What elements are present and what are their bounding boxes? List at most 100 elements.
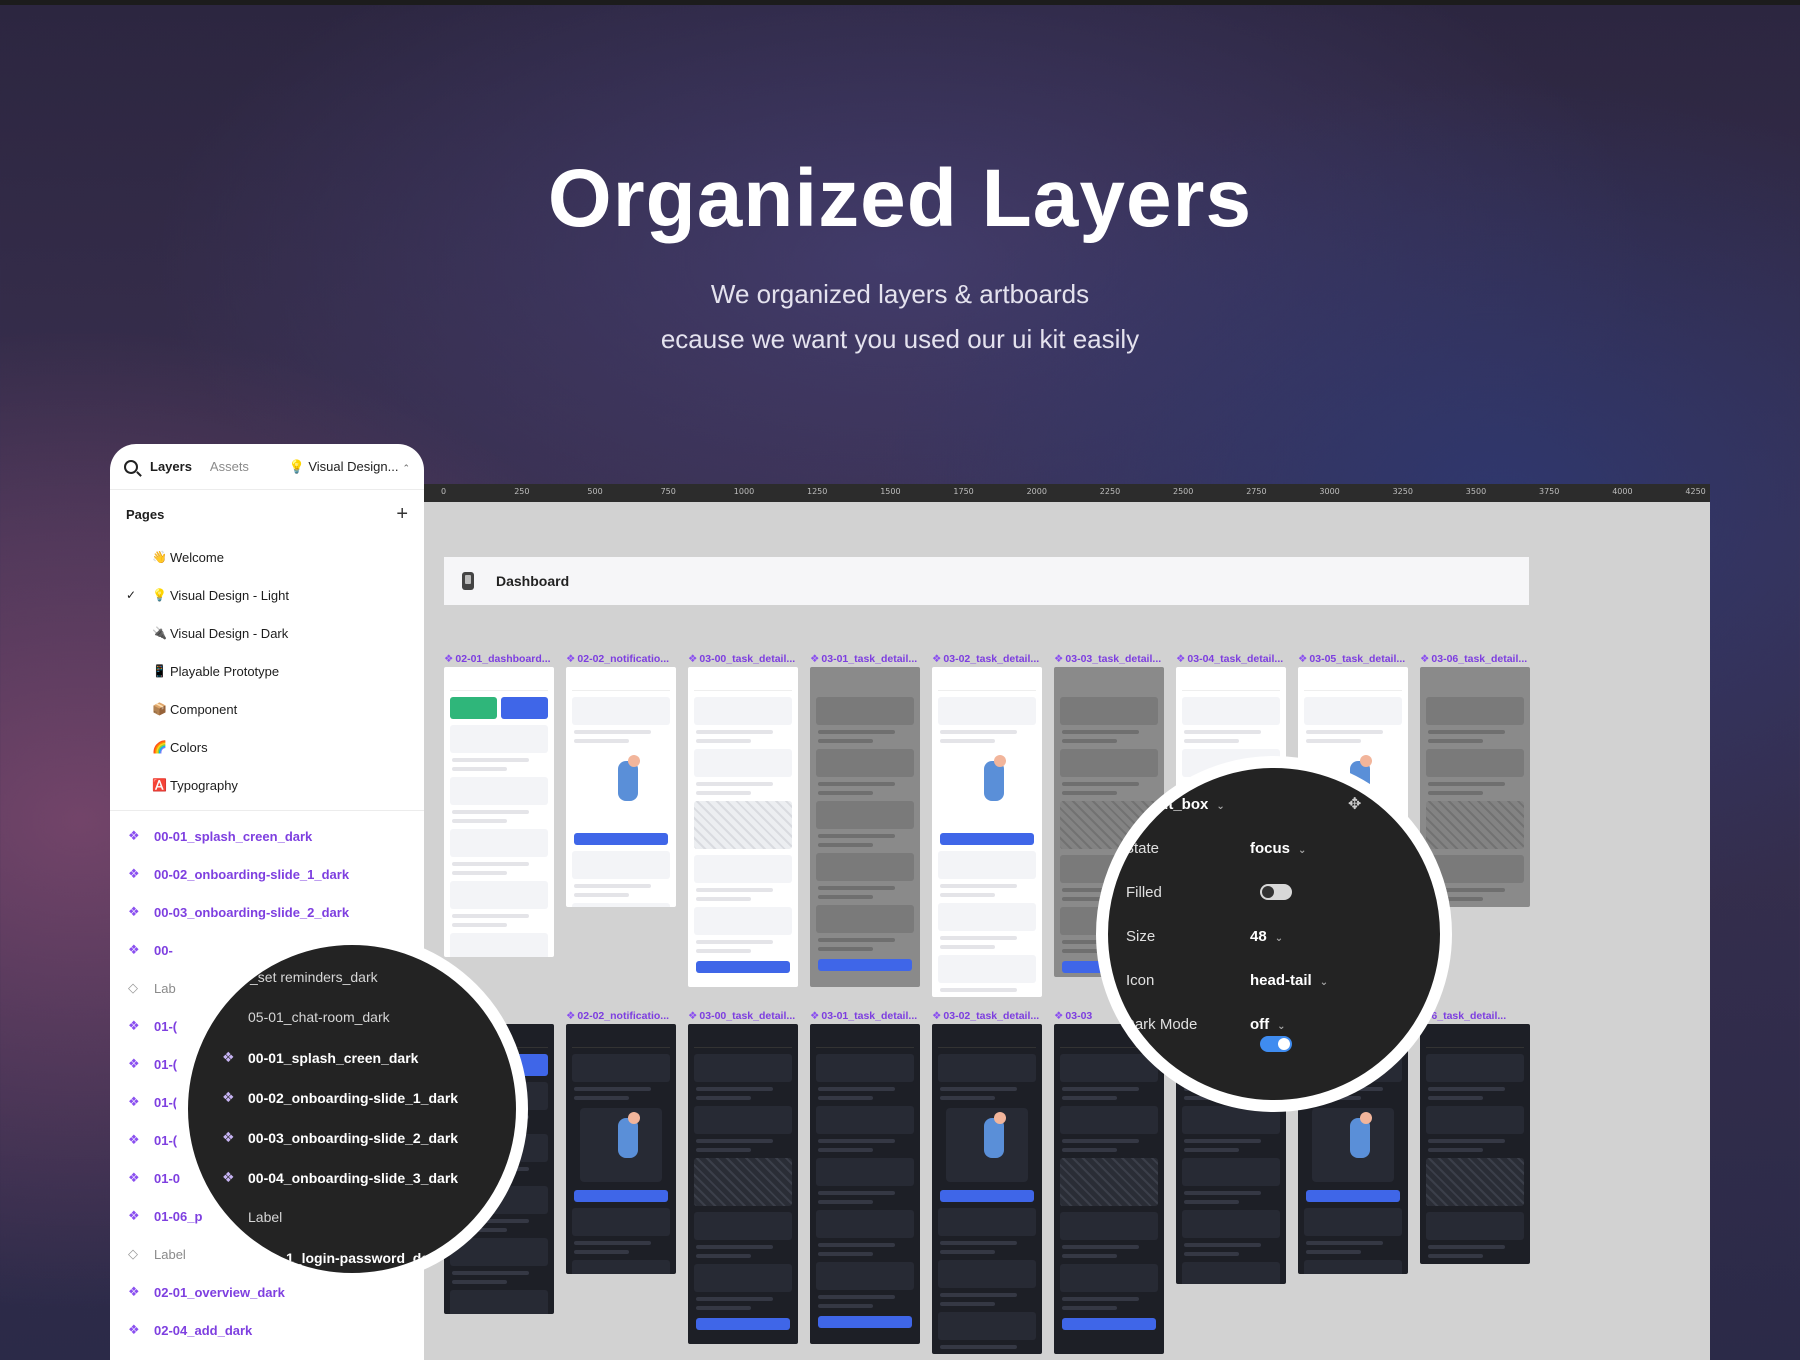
- layer-item[interactable]: ❖ 00-02_onboarding-slide_1_dark: [110, 855, 424, 893]
- text-line: [818, 1252, 873, 1256]
- add-page-icon[interactable]: +: [396, 503, 408, 526]
- pages-header: Pages +: [110, 490, 424, 538]
- list-card: [572, 1208, 670, 1236]
- page-item[interactable]: 👋 Welcome: [110, 538, 424, 576]
- text-line: [818, 834, 895, 838]
- artboard-label[interactable]: ❖ 02-01_dashboard...: [444, 653, 551, 665]
- page-item[interactable]: ✓ 💡 Visual Design - Light: [110, 576, 424, 614]
- artboard-label[interactable]: ❖ 03-01_task_detail...: [810, 653, 917, 665]
- list-card: [450, 829, 548, 857]
- artboard[interactable]: [1054, 1024, 1164, 1354]
- artboard[interactable]: [688, 1024, 798, 1344]
- dashboard-section-header[interactable]: Dashboard: [444, 557, 1529, 605]
- magnified-layer-item[interactable]: ❖ 00-02_onboarding-slide_1_dark: [222, 1089, 458, 1106]
- primary-button[interactable]: [818, 1316, 912, 1328]
- take-task-button[interactable]: [940, 1190, 1034, 1202]
- magnified-layer-item[interactable]: 05-01_chat-room_dark: [248, 1009, 390, 1025]
- page-item[interactable]: 🌈 Colors: [110, 728, 424, 766]
- component-icon: ❖: [222, 1169, 235, 1185]
- primary-button[interactable]: [696, 1318, 790, 1330]
- ruler-tick-label: 1750: [953, 487, 974, 496]
- take-task-button[interactable]: [574, 1190, 668, 1202]
- artboard-label[interactable]: ❖ 03-03_task_detail...: [1054, 653, 1161, 665]
- text-line: [1428, 730, 1505, 734]
- artboard-label[interactable]: ❖ 03-02_task_detail...: [932, 1010, 1039, 1022]
- component-name[interactable]: put_box ⌄: [1150, 796, 1225, 813]
- component-instance-icon[interactable]: ✥: [1348, 794, 1361, 814]
- text-line: [1184, 730, 1261, 734]
- page-picker[interactable]: 💡 Visual Design... ⌃: [289, 459, 410, 475]
- text-line: [574, 1087, 651, 1091]
- property-value-dropdown[interactable]: off ⌄: [1250, 1016, 1286, 1033]
- artboard-header: [450, 677, 548, 691]
- artboard-label[interactable]: ❖ 02-02_notificatio...: [566, 1010, 669, 1022]
- text-line: [696, 1306, 751, 1310]
- artboard-label[interactable]: ❖ 03-04_task_detail...: [1176, 653, 1283, 665]
- page-emoji-icon: 🅰️: [152, 778, 167, 792]
- artboard[interactable]: [1420, 1024, 1530, 1264]
- page-item[interactable]: 📱 Playable Prototype: [110, 652, 424, 690]
- artboard[interactable]: [932, 667, 1042, 997]
- layer-item[interactable]: ❖ 00-01_splash_creen_dark: [110, 817, 424, 855]
- text-line: [1062, 1087, 1139, 1091]
- artboard-label[interactable]: ❖ 03-01_task_detail...: [810, 1010, 917, 1022]
- text-line: [818, 895, 873, 899]
- magnified-layer-item[interactable]: ❖ 00-03_onboarding-slide_2_dark: [222, 1129, 458, 1146]
- page-item[interactable]: 📦 Component: [110, 690, 424, 728]
- property-value-dropdown[interactable]: focus ⌄: [1250, 840, 1306, 857]
- artboard[interactable]: [810, 1024, 920, 1344]
- layer-item[interactable]: ❖ 00-03_onboarding-slide_2_dark: [110, 893, 424, 931]
- magnified-layer-item[interactable]: ❖ 00-04_onboarding-slide_3_dark: [222, 1169, 458, 1186]
- artboard-header: [1182, 677, 1280, 691]
- text-line: [452, 758, 529, 762]
- artboard[interactable]: [932, 1024, 1042, 1354]
- magnified-layer-item[interactable]: ❖ 00-01_splash_creen_dark: [222, 1049, 418, 1066]
- artboard-label[interactable]: ❖ 03-06_task_detail...: [1420, 653, 1527, 665]
- artboard-label[interactable]: ❖ 03-00_task_detail...: [688, 653, 795, 665]
- component-icon: ❖: [688, 653, 698, 665]
- text-line: [940, 1302, 995, 1306]
- list-card: [816, 697, 914, 725]
- tab-layers[interactable]: Layers: [150, 459, 192, 474]
- text-line: [696, 791, 751, 795]
- page-item-label: Component: [170, 701, 238, 717]
- artboard[interactable]: [566, 667, 676, 907]
- artboard[interactable]: [444, 667, 554, 957]
- artboard-label[interactable]: ❖ 02-02_notificatio...: [566, 653, 669, 665]
- magnified-layer-item[interactable]: _set reminders_dark: [250, 969, 378, 985]
- property-value-dropdown[interactable]: head-tail ⌄: [1250, 972, 1328, 989]
- layer-item-label: Lab: [154, 980, 176, 996]
- artboard-label[interactable]: ❖ 03-00_task_detail...: [688, 1010, 795, 1022]
- magnified-layer-item[interactable]: Label: [248, 1209, 282, 1225]
- component-icon: ❖: [222, 1049, 235, 1065]
- primary-button[interactable]: [696, 961, 790, 973]
- artboard[interactable]: [566, 1024, 676, 1274]
- artboard-status-bar: [1420, 667, 1530, 677]
- extra-toggle[interactable]: [1260, 1036, 1292, 1052]
- text-line: [1184, 1243, 1261, 1247]
- artboard-label[interactable]: ❖ 03-03: [1054, 1010, 1092, 1022]
- search-icon[interactable]: [124, 459, 138, 474]
- primary-button[interactable]: [1062, 1318, 1156, 1330]
- primary-button[interactable]: [818, 959, 912, 971]
- property-value-dropdown[interactable]: 48 ⌄: [1250, 928, 1283, 945]
- artboard[interactable]: [810, 667, 920, 987]
- ruler-tick-label: 2000: [1026, 487, 1047, 496]
- filled-toggle[interactable]: [1260, 884, 1292, 900]
- take-task-button[interactable]: [574, 833, 668, 845]
- design-canvas[interactable]: 0 250 500 750 1000 1250 1500 1750 2000 2250 2500 27…: [424, 484, 1710, 1360]
- tab-assets[interactable]: Assets: [210, 459, 249, 474]
- layer-item-label: 01-06_p: [154, 1208, 203, 1224]
- artboard-label[interactable]: ❖ 03-02_task_detail...: [932, 653, 1039, 665]
- take-task-button[interactable]: [940, 833, 1034, 845]
- artboard-label[interactable]: ❖ 03-05_task_detail...: [1298, 653, 1405, 665]
- component-icon: ❖: [566, 1010, 576, 1022]
- layer-item[interactable]: ❖02-05_add income_dark: [110, 1349, 424, 1360]
- artboard-header: [694, 1034, 792, 1048]
- magnified-layer-item[interactable]: ❖ 1_login-password_dark: [260, 1249, 442, 1266]
- artboard[interactable]: [688, 667, 798, 987]
- page-item[interactable]: 🔌 Visual Design - Dark: [110, 614, 424, 652]
- layer-item[interactable]: ❖ 02-04_add_dark: [110, 1311, 424, 1349]
- page-item[interactable]: 🅰️ Typography: [110, 766, 424, 804]
- take-task-button[interactable]: [1306, 1190, 1400, 1202]
